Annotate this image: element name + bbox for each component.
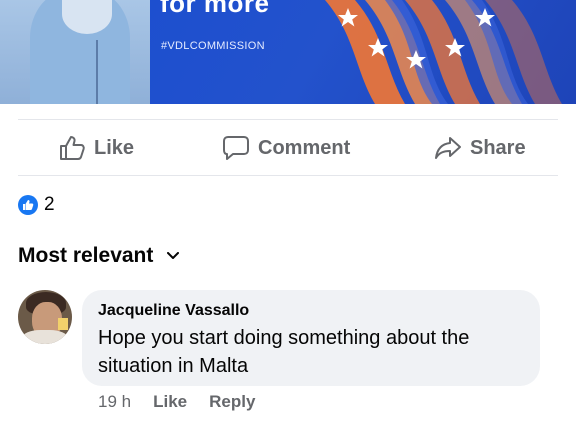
comment-author[interactable]: Jacqueline Vassallo [98,302,249,320]
comment-meta: 19 h Like Reply [98,392,277,412]
divider [18,175,558,176]
comment-text: Hope you start doing something about the… [98,327,470,377]
comment-bubble: Jacqueline Vassallo Hope you start doing… [82,290,540,386]
comment-reply-link[interactable]: Reply [209,392,255,412]
comment-icon [223,136,249,160]
reaction-summary[interactable]: 2 [18,194,55,216]
share-icon [435,137,461,159]
banner-photo [0,0,156,104]
comment-button-label: Comment [258,136,351,159]
thumbs-up-icon [60,136,85,160]
chevron-down-icon [167,252,180,259]
comment-like-link[interactable]: Like [153,392,187,412]
banner-hashtag: #VDLCOMMISSION [161,40,265,52]
comment-sort-dropdown[interactable]: Most relevant [18,244,180,268]
like-button-label: Like [94,136,135,159]
share-button-label: Share [470,136,526,159]
banner-image: for more #VDLCOMMISSION [0,0,576,104]
comment-timestamp[interactable]: 19 h [98,392,131,412]
like-reaction-icon [18,195,38,215]
reaction-count: 2 [44,194,55,215]
post-image[interactable]: for more #VDLCOMMISSION [0,0,576,104]
comment-button[interactable]: Comment [222,134,350,162]
like-button[interactable]: Like [58,134,134,162]
post-action-bar: Like Comment Share [0,120,576,176]
banner-headline: for more [160,0,270,18]
share-button[interactable]: Share [434,134,526,162]
avatar[interactable] [18,290,72,344]
sort-label: Most relevant [18,244,154,267]
